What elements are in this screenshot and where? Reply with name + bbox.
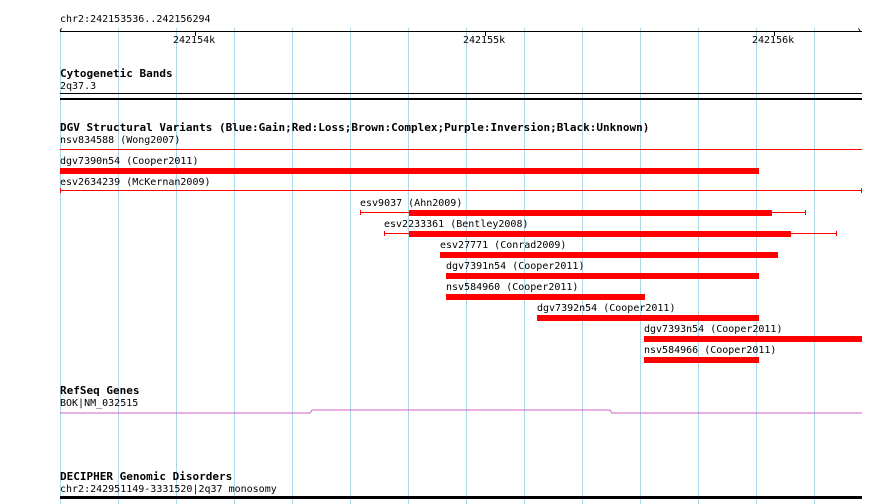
cytoband-bar-lower xyxy=(60,98,862,100)
variant-bar[interactable] xyxy=(409,210,772,216)
variant-bar[interactable] xyxy=(60,168,759,174)
variant-bar[interactable] xyxy=(446,273,759,279)
track-title: DECIPHER Genomic Disorders xyxy=(60,470,233,483)
decipher-bar[interactable] xyxy=(60,496,862,499)
variant-bar[interactable] xyxy=(537,315,759,321)
variant-label: esv2634239 (McKernan2009) xyxy=(60,177,211,188)
ruler-tick-label: 242155k xyxy=(463,35,506,46)
variant-line[interactable] xyxy=(60,149,862,150)
variant-bar[interactable] xyxy=(446,294,645,300)
variant-bar[interactable] xyxy=(440,252,778,258)
variant-label: dgv7390n54 (Cooper2011) xyxy=(60,156,199,167)
variant-label: esv2233361 (Bentley2008) xyxy=(384,219,529,230)
track-title: Cytogenetic Bands xyxy=(60,67,173,80)
ruler-tick-label: 242154k xyxy=(173,35,216,46)
variant-bar[interactable] xyxy=(644,336,862,342)
variant-label: esv9037 (Ahn2009) xyxy=(360,198,463,209)
variant-label: dgv7392n54 (Cooper2011) xyxy=(537,303,676,314)
variant-line[interactable] xyxy=(60,190,862,191)
cytoband-label: 2q37.3 xyxy=(60,81,97,92)
variant-bar[interactable] xyxy=(644,357,759,363)
decipher-label: chr2:242951149-3331520|2q37 monosomy xyxy=(60,484,277,495)
variant-label: nsv584960 (Cooper2011) xyxy=(446,282,579,293)
track-title: RefSeq Genes xyxy=(60,384,140,397)
variant-label: nsv584966 (Cooper2011) xyxy=(644,345,777,356)
ruler-tick-label: 242156k xyxy=(752,35,795,46)
variant-label: esv27771 (Conrad2009) xyxy=(440,240,567,251)
ruler-right-arrow-icon: › xyxy=(856,25,863,36)
variant-label: dgv7391n54 (Cooper2011) xyxy=(446,261,585,272)
variant-label: nsv834588 (Wong2007) xyxy=(60,135,181,146)
cytoband-bar[interactable] xyxy=(60,93,862,94)
ruler-axis xyxy=(60,31,862,32)
gene-line[interactable] xyxy=(60,406,862,416)
variant-bar[interactable] xyxy=(409,231,791,237)
track-title: DGV Structural Variants (Blue:Gain;Red:L… xyxy=(60,121,650,134)
ruler-range-label: chr2:242153536..242156294 xyxy=(60,14,211,25)
variant-label: dgv7393n54 (Cooper2011) xyxy=(644,324,783,335)
